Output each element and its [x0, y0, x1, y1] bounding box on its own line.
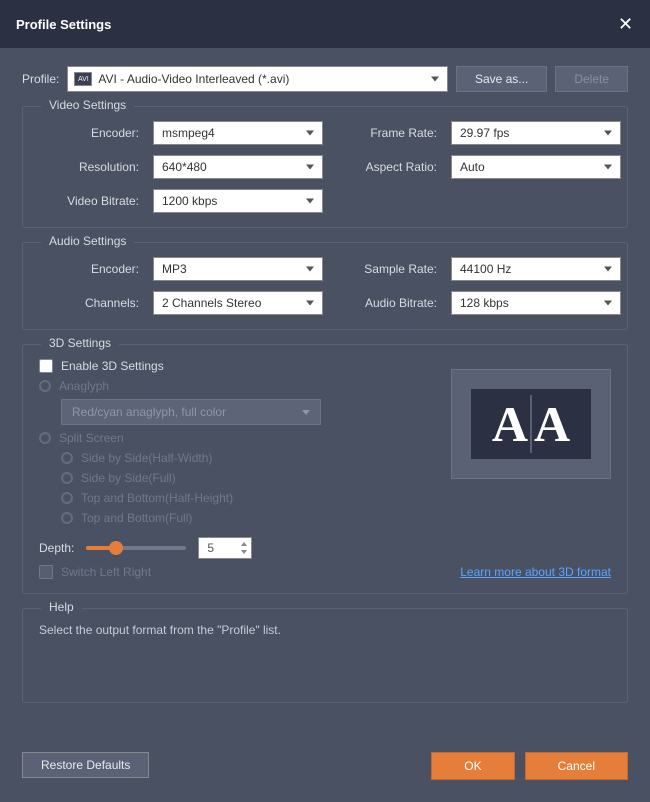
tb-half-radio: [61, 492, 73, 504]
channels-label: Channels:: [39, 296, 139, 310]
3d-preview: A A: [451, 369, 611, 479]
sample-rate-label: Sample Rate:: [337, 262, 437, 276]
spinner-down-icon[interactable]: [241, 550, 247, 554]
sample-rate-select[interactable]: 44100 Hz: [451, 257, 621, 281]
save-as-button[interactable]: Save as...: [456, 66, 547, 92]
3d-settings-group: 3D Settings Enable 3D Settings Anaglyph …: [22, 344, 628, 594]
audio-settings-group: Audio Settings Encoder: MP3 Sample Rate:…: [22, 242, 628, 330]
dialog-title: Profile Settings: [16, 17, 111, 32]
split-screen-radio: [39, 432, 51, 444]
spinner-up-icon[interactable]: [241, 542, 247, 546]
video-encoder-select[interactable]: msmpeg4: [153, 121, 323, 145]
preview-glyph-left: A: [490, 395, 530, 453]
sbs-full-label: Side by Side(Full): [81, 471, 176, 485]
switch-lr-label: Switch Left Right: [61, 565, 151, 579]
help-group: Help Select the output format from the "…: [22, 608, 628, 703]
audio-settings-legend: Audio Settings: [41, 234, 134, 248]
split-screen-label: Split Screen: [59, 431, 124, 445]
chevron-down-icon: [431, 77, 439, 82]
delete-button: Delete: [555, 66, 628, 92]
frame-rate-select[interactable]: 29.97 fps: [451, 121, 621, 145]
ok-button[interactable]: OK: [431, 752, 514, 780]
profile-label: Profile:: [22, 72, 59, 86]
profile-value: AVI - Audio-Video Interleaved (*.avi): [98, 72, 289, 86]
chevron-down-icon: [306, 131, 314, 136]
anaglyph-radio: [39, 380, 51, 392]
anaglyph-mode-select: Red/cyan anaglyph, full color: [61, 399, 321, 425]
chevron-down-icon: [604, 131, 612, 136]
chevron-down-icon: [604, 267, 612, 272]
tb-full-label: Top and Bottom(Full): [81, 511, 192, 525]
preview-glyph-right: A: [530, 395, 572, 453]
chevron-down-icon: [302, 410, 310, 415]
chevron-down-icon: [306, 301, 314, 306]
depth-label: Depth:: [39, 541, 74, 555]
video-settings-legend: Video Settings: [41, 98, 134, 112]
audio-encoder-select[interactable]: MP3: [153, 257, 323, 281]
tb-full-radio: [61, 512, 73, 524]
resolution-select[interactable]: 640*480: [153, 155, 323, 179]
chevron-down-icon: [306, 199, 314, 204]
sbs-half-label: Side by Side(Half-Width): [81, 451, 212, 465]
video-settings-group: Video Settings Encoder: msmpeg4 Frame Ra…: [22, 106, 628, 228]
learn-more-link[interactable]: Learn more about 3D format: [460, 565, 611, 579]
help-legend: Help: [41, 600, 82, 614]
depth-spinner[interactable]: 5: [198, 537, 252, 559]
avi-file-icon: AVI: [74, 72, 92, 86]
sbs-full-radio: [61, 472, 73, 484]
anaglyph-label: Anaglyph: [59, 379, 109, 393]
audio-bitrate-label: Audio Bitrate:: [337, 296, 437, 310]
3d-settings-legend: 3D Settings: [41, 336, 119, 350]
resolution-label: Resolution:: [39, 160, 139, 174]
depth-slider[interactable]: [86, 539, 186, 557]
audio-bitrate-select[interactable]: 128 kbps: [451, 291, 621, 315]
enable-3d-checkbox[interactable]: [39, 359, 53, 373]
video-encoder-label: Encoder:: [39, 126, 139, 140]
video-bitrate-label: Video Bitrate:: [39, 194, 139, 208]
aspect-ratio-select[interactable]: Auto: [451, 155, 621, 179]
chevron-down-icon: [306, 267, 314, 272]
titlebar: Profile Settings ✕: [0, 0, 650, 48]
switch-lr-checkbox: [39, 565, 53, 579]
slider-thumb[interactable]: [109, 541, 123, 555]
video-bitrate-select[interactable]: 1200 kbps: [153, 189, 323, 213]
chevron-down-icon: [604, 301, 612, 306]
tb-half-label: Top and Bottom(Half-Height): [81, 491, 233, 505]
restore-defaults-button[interactable]: Restore Defaults: [22, 752, 149, 778]
sbs-half-radio: [61, 452, 73, 464]
cancel-button[interactable]: Cancel: [525, 752, 628, 780]
audio-encoder-label: Encoder:: [39, 262, 139, 276]
chevron-down-icon: [306, 165, 314, 170]
chevron-down-icon: [604, 165, 612, 170]
frame-rate-label: Frame Rate:: [337, 126, 437, 140]
profile-select[interactable]: AVI AVI - Audio-Video Interleaved (*.avi…: [67, 66, 448, 92]
channels-select[interactable]: 2 Channels Stereo: [153, 291, 323, 315]
help-text: Select the output format from the "Profi…: [39, 623, 611, 637]
close-icon[interactable]: ✕: [618, 16, 634, 32]
enable-3d-label: Enable 3D Settings: [61, 359, 164, 373]
aspect-ratio-label: Aspect Ratio:: [337, 160, 437, 174]
